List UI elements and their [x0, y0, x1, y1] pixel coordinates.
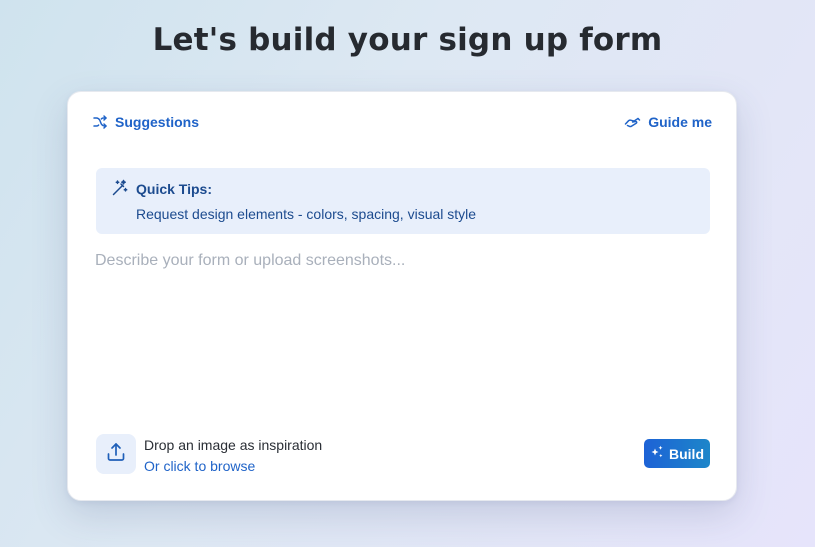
- upload-button[interactable]: [96, 434, 136, 474]
- quick-tips-panel: Quick Tips: Request design elements - co…: [96, 168, 710, 234]
- guide-me-label: Guide me: [648, 114, 712, 130]
- form-description-input[interactable]: [95, 250, 711, 410]
- guide-me-button[interactable]: Guide me: [624, 114, 712, 130]
- form-builder-card: Suggestions Guide me Quick Tips: Request…: [67, 91, 737, 501]
- build-button[interactable]: Build: [644, 439, 710, 468]
- quick-tips-title: Quick Tips:: [136, 181, 212, 197]
- quick-tips-text: Request design elements - colors, spacin…: [136, 206, 477, 222]
- handshake-icon: [624, 114, 641, 130]
- magic-wand-icon: [111, 179, 129, 202]
- shuffle-icon: [92, 114, 108, 130]
- suggestions-label: Suggestions: [115, 114, 200, 130]
- build-label: Build: [669, 445, 704, 462]
- sparkles-icon: [650, 445, 664, 462]
- upload-icon: [105, 441, 127, 468]
- browse-link[interactable]: Or click to browse: [144, 458, 255, 474]
- upload-title: Drop an image as inspiration: [144, 437, 323, 453]
- suggestions-button[interactable]: Suggestions: [92, 114, 199, 130]
- page-title: Let's build your sign up form: [152, 22, 663, 58]
